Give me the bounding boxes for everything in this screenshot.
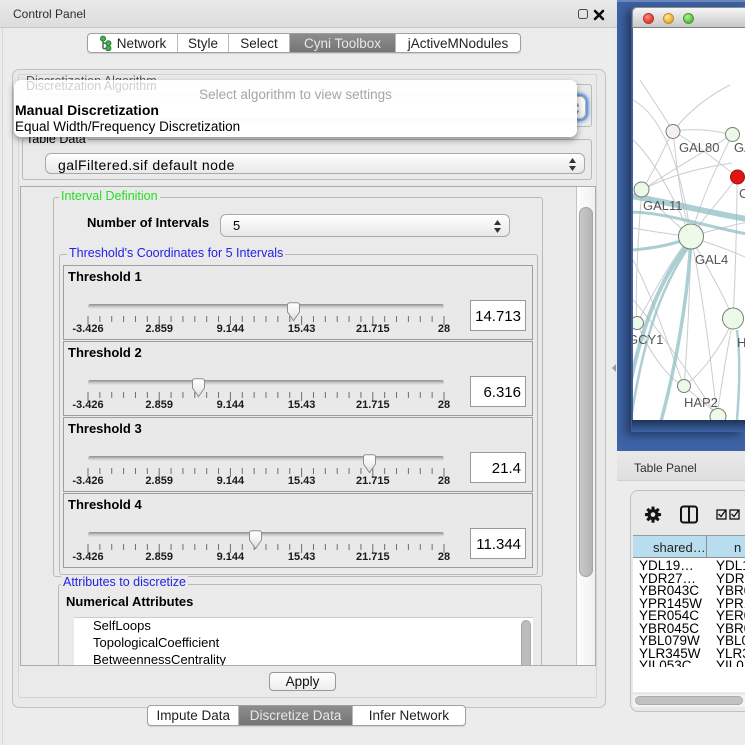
svg-text:HAP2: HAP2 [684,395,718,410]
svg-text:GAL80: GAL80 [679,140,719,155]
svg-text:GA: GA [734,140,745,155]
svg-text:H: H [737,335,745,350]
svg-text:GAL11: GAL11 [643,198,683,213]
svg-text:GAL4: GAL4 [695,252,728,267]
svg-text:C: C [739,186,745,201]
svg-text:GCY1: GCY1 [633,332,663,347]
